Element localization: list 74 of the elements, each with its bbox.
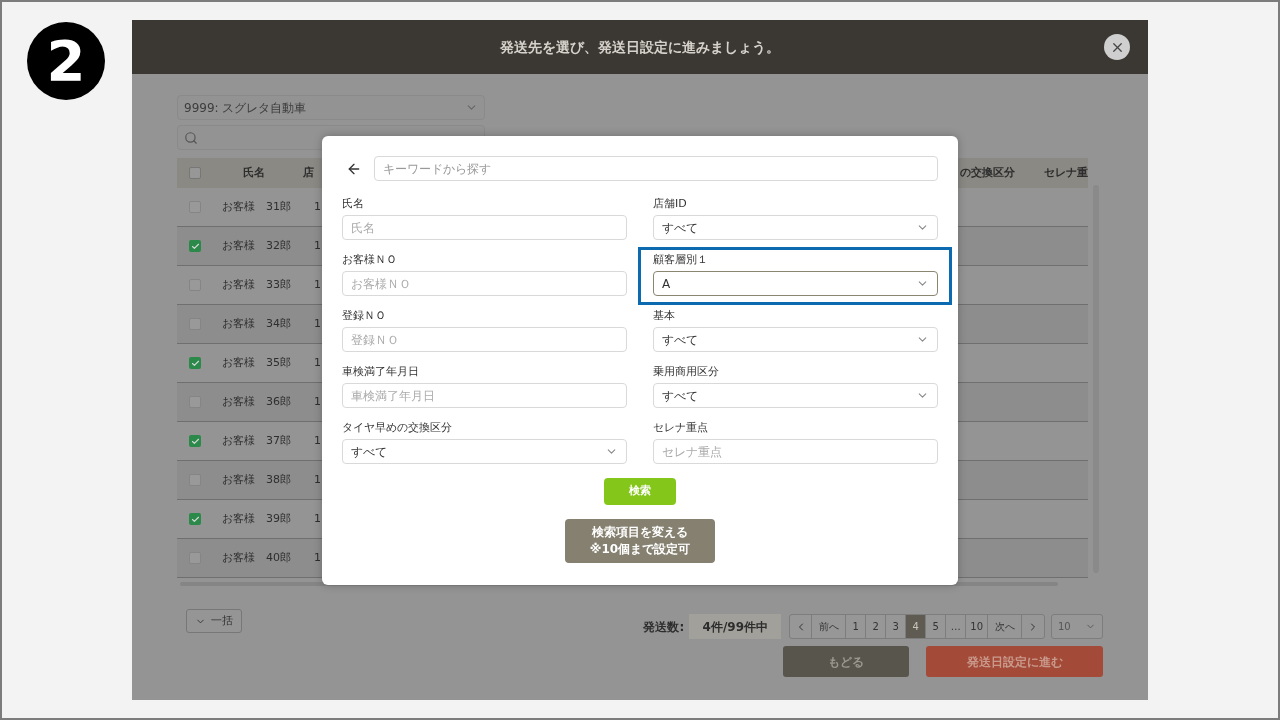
checkbox[interactable] [189,513,201,525]
field-label: お客様ＮＯ [342,252,398,268]
search-icon [184,130,198,145]
company-select[interactable]: 9999: スグレタ自動車 [177,95,485,120]
select-field[interactable]: A [653,271,938,296]
page-button[interactable]: 2 [866,615,887,638]
check-icon [190,436,200,446]
dialog-title: 発送先を選び、発送日設定に進みましょう。 [500,37,780,57]
customer-name: お客様 33郎 [222,276,292,293]
field-label: タイヤ早めの交換区分 [342,420,453,436]
select-field[interactable]: すべて [342,439,627,464]
proceed-button[interactable]: 発送日設定に進む [926,646,1103,677]
send-count-value: 4件/99件中 [689,614,782,639]
keyword-field[interactable]: キーワードから探す [374,156,938,181]
customer-name: お客様 38郎 [222,471,292,488]
field-label: 基本 [653,308,676,324]
page-button[interactable]: 5 [926,615,947,638]
checkbox[interactable] [189,167,201,179]
field-label: セレナ重点 [653,420,709,436]
select-field[interactable]: すべて [653,327,938,352]
table-cell-text: 1 [314,237,321,254]
input-field[interactable]: お客様ＮＯ [342,271,627,296]
input-field[interactable]: 車検満了年月日 [342,383,627,408]
step-number-badge: 2 [27,22,105,100]
next-button[interactable]: 次へ [988,615,1022,638]
close-button[interactable] [1104,34,1130,60]
check-icon [190,241,200,251]
customer-name: お客様 35郎 [222,354,292,371]
input-field[interactable]: 登録ＮＯ [342,327,627,352]
input-field[interactable]: 氏名 [342,215,627,240]
checkbox[interactable] [189,357,201,369]
check-icon [190,358,200,368]
table-cell-text: 1 [314,198,321,215]
customer-name: お客様 34郎 [222,315,292,332]
send-count-label: 発送数: [643,618,685,636]
table-cell-text: 1 [314,393,321,410]
per-page-select[interactable]: 10 [1051,614,1103,639]
checkbox[interactable] [189,240,201,252]
customer-name: お客様 39郎 [222,510,292,527]
select-field[interactable]: すべて [653,383,938,408]
field-label: 乗用商用区分 [653,364,720,380]
customer-name: お客様 36郎 [222,393,292,410]
field-label: 顧客層別１ [653,252,709,268]
column-header: 店 [303,164,314,181]
check-icon [190,514,200,524]
table-cell-text: 1 [314,354,321,371]
field-label: 登録ＮＯ [342,308,387,324]
page-button[interactable]: 4 [906,615,927,638]
input-field[interactable]: セレナ重点 [653,439,938,464]
customer-name: お客様 37郎 [222,432,292,449]
customer-name: お客様 40郎 [222,549,292,566]
checkbox[interactable] [189,435,201,447]
previous-button[interactable]: 前へ [812,615,847,638]
column-header: の交換区分 [960,164,1016,181]
field-label: 店舗ID [653,196,688,212]
page-button[interactable]: … [946,615,967,638]
page-button[interactable]: 10 [966,615,988,638]
table-cell-text: 1 [314,276,321,293]
table-cell-text: 1 [314,549,321,566]
select-field[interactable]: すべて [653,215,938,240]
table-cell-text: 1 [314,315,321,332]
customer-name: お客様 32郎 [222,237,292,254]
back-button[interactable]: もどる [783,646,909,677]
page-button[interactable]: 1 [846,615,867,638]
bulk-button[interactable]: 一括 [186,609,242,633]
field-label: 車検満了年月日 [342,364,420,380]
table-cell-text: 1 [314,432,321,449]
column-header: セレナ重 [1044,164,1088,181]
field-label: 氏名 [342,196,365,212]
table-cell-text: 1 [314,510,321,527]
column-header: 氏名 [243,164,266,181]
customer-name: お客様 31郎 [222,198,292,215]
table-cell-text: 1 [314,471,321,488]
change-search-items-button[interactable]: 検索項目を変える ※10個まで設定可 [565,519,715,563]
